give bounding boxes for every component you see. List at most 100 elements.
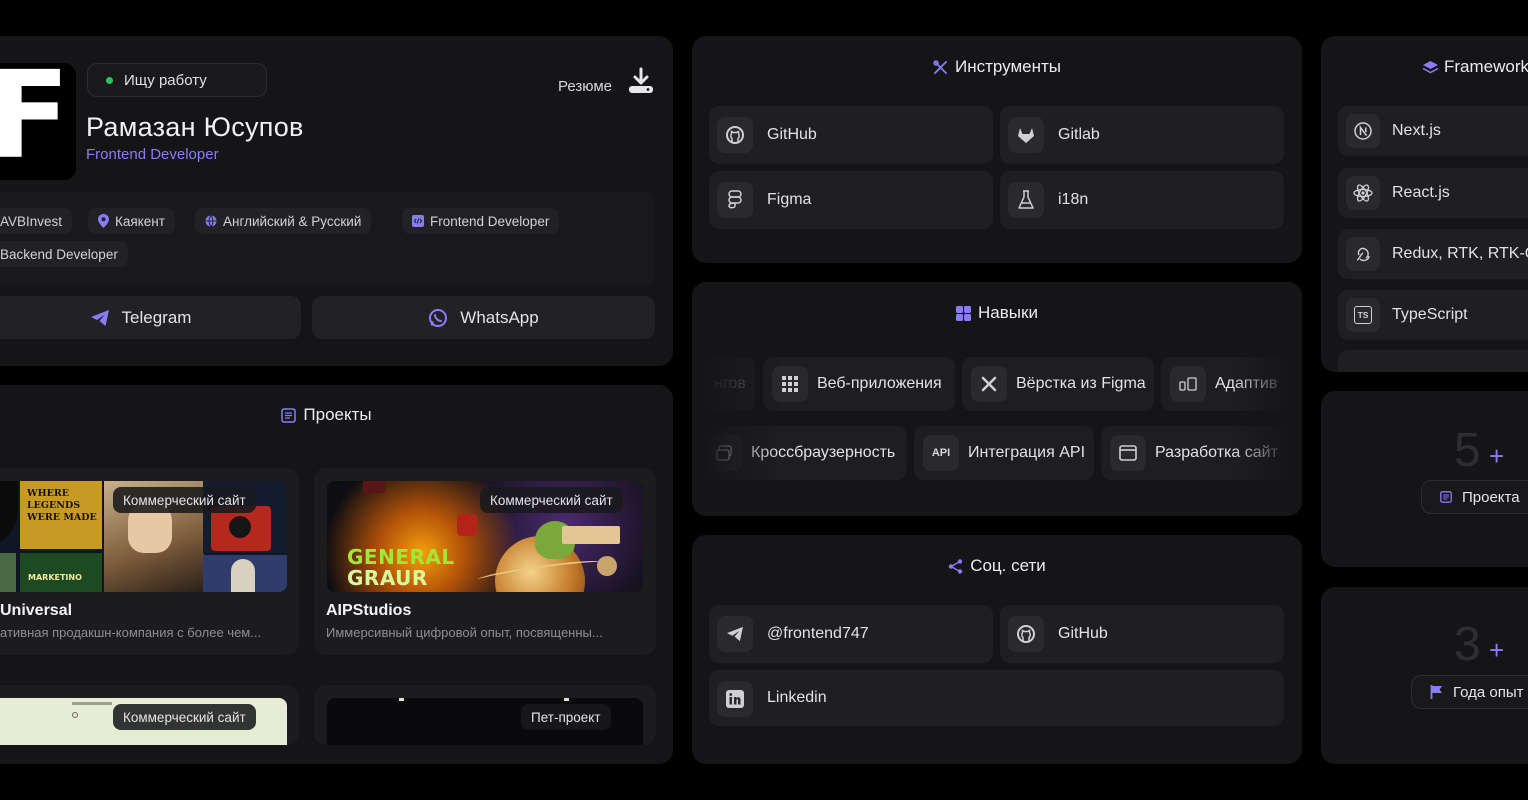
resume-link[interactable]: Резюме (558, 78, 612, 95)
layers-icon (1422, 60, 1439, 73)
linkedin-icon (717, 681, 753, 717)
grid-icon (956, 305, 972, 321)
social-label: @frontend747 (767, 625, 869, 642)
tools-title: Инструменты (692, 57, 1302, 77)
code-icon (412, 215, 424, 227)
tag-company-label: AVBInvest (0, 213, 63, 229)
profile-name: Рамазан Юсупов (86, 112, 304, 142)
window-icon (1110, 435, 1146, 471)
skill-label: Адаптив (1215, 375, 1278, 392)
project-name: Universal (0, 602, 73, 619)
flask-icon (1008, 182, 1044, 218)
tool-label: Figma (767, 191, 812, 208)
tag-location-label: Каякент (115, 213, 165, 229)
whatsapp-icon (429, 308, 448, 327)
project-badge: Коммерческий сайт (480, 487, 623, 513)
image-text-general: GENERAL (347, 545, 455, 569)
avatar: F (0, 63, 76, 180)
skill-label: Вёрстка из Figma (1016, 375, 1146, 392)
framework-redux[interactable]: Redux, RTK, RTK-Qu (1338, 229, 1528, 279)
skill-label: Разработка сайт (1155, 444, 1278, 461)
whatsapp-button[interactable]: WhatsApp (312, 296, 655, 339)
tag-languages: Английский & Русский (195, 208, 372, 234)
image-text-graur: GRAUR (347, 566, 428, 590)
telegram-button[interactable]: Telegram (0, 296, 301, 339)
framework-react[interactable]: React.js (1338, 168, 1528, 218)
github-icon (717, 117, 753, 153)
skill-figma-layout: Вёрстка из Figma (962, 357, 1154, 411)
profile-card: F Ищу работу Резюме Рамазан Юсупов Front… (0, 36, 673, 366)
project-card-aipstudios[interactable]: GENERAL GRAUR Коммерческий сайт AIPStudi… (314, 468, 656, 655)
project-card-4[interactable]: Пет-проект (314, 685, 656, 745)
figma-icon (717, 182, 753, 218)
social-card: Соц. сети @frontend747 GitHub Linkedin (692, 535, 1302, 764)
framework-typescript[interactable]: TS TypeScript (1338, 290, 1528, 340)
api-icon: API (923, 435, 959, 471)
typescript-icon-text: TS (1354, 306, 1372, 324)
tools-cross-icon (971, 366, 1007, 402)
skill-adaptive: Адаптив (1161, 357, 1302, 411)
tag-backend-label: Backend Developer (0, 246, 118, 262)
tools-card: Инструменты GitHub Gitlab Figma i18n (692, 36, 1302, 263)
tools-icon (933, 59, 947, 74)
tool-gitlab[interactable]: Gitlab (1000, 106, 1284, 164)
redux-icon (1346, 237, 1380, 271)
tool-label: GitHub (767, 126, 817, 143)
project-card-universal[interactable]: WHERE LEGENDS WERE MADE MARKETINO Коммер… (0, 468, 299, 655)
framework-next-item-partial (1338, 350, 1528, 372)
skill-label: Интеграция API (968, 444, 1086, 461)
project-card-3[interactable]: Коммерческий сайт (0, 685, 299, 745)
telegram-icon (90, 309, 109, 326)
frameworks-title-label: Framework (1444, 57, 1528, 76)
globe-icon (205, 215, 217, 227)
social-linkedin[interactable]: Linkedin (709, 670, 1284, 726)
frameworks-card: Framework Next.js React.js Redux, RTK, R… (1321, 36, 1528, 372)
stat-plus: + (1489, 635, 1505, 665)
project-badge-label: Коммерческий сайт (490, 492, 613, 508)
framework-label: TypeScript (1392, 306, 1468, 323)
tool-github[interactable]: GitHub (709, 106, 993, 164)
project-description: Иммерсивный цифровой опыт, посвященны... (326, 625, 603, 640)
stat-label: Года опыт (1453, 683, 1524, 701)
online-dot-icon (106, 77, 113, 84)
skills-title: Навыки (692, 303, 1302, 323)
tag-frontend: Frontend Developer (402, 208, 560, 234)
framework-label: Next.js (1392, 122, 1441, 139)
stat-number: 3 (1454, 618, 1482, 671)
stat-label-badge: Проекта (1421, 480, 1528, 514)
project-badge-label: Пет-проект (531, 709, 601, 725)
download-icon[interactable] (626, 66, 656, 96)
tool-i18n[interactable]: i18n (1000, 171, 1284, 229)
project-badge-label: Коммерческий сайт (123, 492, 246, 508)
tag-location: Каякент (88, 208, 175, 234)
projects-title: Проекты (0, 405, 673, 425)
skill-label: Кроссбраузерность (751, 444, 896, 461)
tool-label: Gitlab (1058, 126, 1100, 143)
tool-figma[interactable]: Figma (709, 171, 993, 229)
social-telegram[interactable]: @frontend747 (709, 605, 993, 663)
tool-label: i18n (1058, 191, 1089, 208)
projects-card: Проекты WHERE LEGENDS WERE MADE MARKETIN… (0, 385, 673, 764)
browser-stack-icon (706, 435, 742, 471)
typescript-icon: TS (1346, 298, 1380, 332)
flag-icon (1430, 685, 1442, 699)
skill-crossbrowser: Кроссбраузерность (702, 426, 907, 480)
stat-label-badge: Года опыт (1411, 675, 1528, 709)
gitlab-icon (1008, 117, 1044, 153)
framework-nextjs[interactable]: Next.js (1338, 106, 1528, 156)
stat-label: Проекта (1462, 488, 1520, 506)
project-name: AIPStudios (326, 602, 412, 619)
job-status-label: Ищу работу (124, 71, 207, 89)
social-github[interactable]: GitHub (1000, 605, 1284, 663)
nextjs-icon (1346, 114, 1380, 148)
social-label: Linkedin (767, 689, 827, 706)
document-icon (281, 407, 297, 423)
frameworks-title: Framework (1422, 57, 1528, 77)
skill-api-integration: API Интеграция API (914, 426, 1094, 480)
framework-label: React.js (1392, 184, 1450, 201)
stat-plus: + (1489, 441, 1505, 471)
stat-number: 5 (1454, 424, 1482, 477)
project-badge: Коммерческий сайт (113, 487, 256, 513)
framework-label: Redux, RTK, RTK-Qu (1392, 245, 1528, 262)
devices-icon (1170, 366, 1206, 402)
